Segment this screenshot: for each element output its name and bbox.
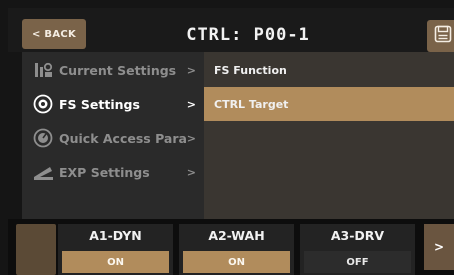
menu-item-label: EXP Settings xyxy=(59,164,150,180)
back-button[interactable]: < BACK xyxy=(22,19,86,49)
fs-state-badge: ON xyxy=(183,251,290,273)
menu-item-label: Current Settings xyxy=(59,62,177,78)
next-page-button[interactable]: > xyxy=(424,224,454,270)
fs-slot-name: A3-DRV xyxy=(330,228,385,243)
expression-pedal-icon xyxy=(32,161,54,183)
save-button[interactable] xyxy=(427,20,454,52)
chevron-right-icon: > xyxy=(186,97,196,111)
chevron-right-icon: > xyxy=(186,131,196,145)
fs-slot-name: A2-WAH xyxy=(208,228,265,243)
fs-state-badge: ON xyxy=(62,251,169,273)
fs-slot-a2[interactable]: A2-WAH ON xyxy=(179,224,294,275)
knob-icon xyxy=(32,127,54,149)
device-screen: < BACK CTRL: P00-1 Current Settings > FS… xyxy=(0,0,454,275)
chevron-right-icon: > xyxy=(186,165,196,179)
submenu-item-ctrl-target[interactable]: CTRL Target xyxy=(204,87,454,121)
save-icon xyxy=(434,25,452,47)
menu-item-label: Quick Access Para xyxy=(59,130,187,146)
menu-item-label: FS Settings xyxy=(59,96,140,112)
menu-item-quick-access-para[interactable]: Quick Access Para > xyxy=(22,121,204,155)
submenu-item-fs-function[interactable]: FS Function xyxy=(204,53,454,87)
chevron-right-icon: > xyxy=(186,63,196,77)
fs-slot-name: A1-DYN xyxy=(89,228,142,243)
header-bar: < BACK CTRL: P00-1 xyxy=(8,8,454,52)
menu-item-exp-settings[interactable]: EXP Settings > xyxy=(22,155,204,189)
previous-page-button[interactable] xyxy=(16,224,56,275)
fs-settings-submenu: FS Function CTRL Target xyxy=(204,52,454,219)
menu-item-fs-settings[interactable]: FS Settings > xyxy=(22,87,204,121)
settings-icon xyxy=(32,59,54,81)
page-title: CTRL: P00-1 xyxy=(186,25,310,45)
fs-slot-a1[interactable]: A1-DYN ON xyxy=(58,224,173,275)
fs-state-badge: OFF xyxy=(304,251,411,273)
menu-item-current-settings[interactable]: Current Settings > xyxy=(22,53,204,87)
fs-slot-a3[interactable]: A3-DRV OFF xyxy=(300,224,415,275)
footswitch-icon xyxy=(32,93,54,115)
footswitch-bar: A1-DYN ON A2-WAH ON A3-DRV OFF xyxy=(8,219,454,275)
settings-menu: Current Settings > FS Settings > Quick A… xyxy=(22,52,204,219)
